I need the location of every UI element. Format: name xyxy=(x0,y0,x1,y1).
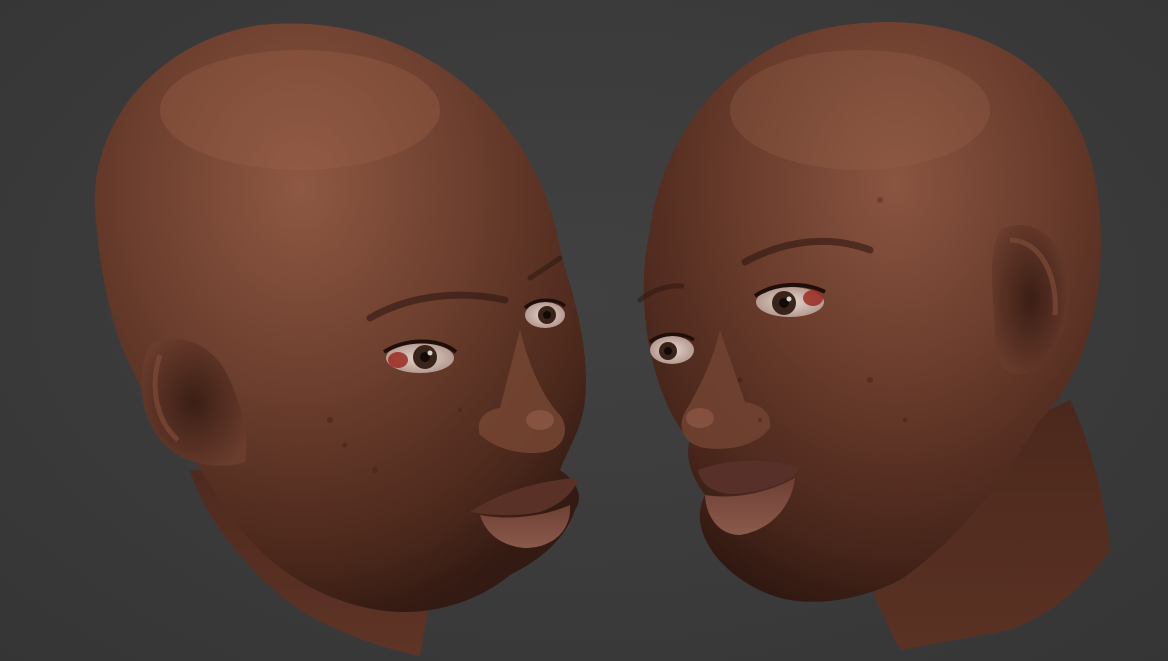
left-head-highlight xyxy=(160,50,440,170)
left-head xyxy=(94,23,586,656)
head-render-scene xyxy=(94,22,1110,656)
render-viewport xyxy=(0,0,1168,661)
right-head xyxy=(637,22,1110,650)
right-nose-highlight xyxy=(686,408,714,428)
right-eye-near xyxy=(753,282,826,317)
right-head-highlight xyxy=(730,50,990,170)
left-nose-highlight xyxy=(526,410,554,430)
